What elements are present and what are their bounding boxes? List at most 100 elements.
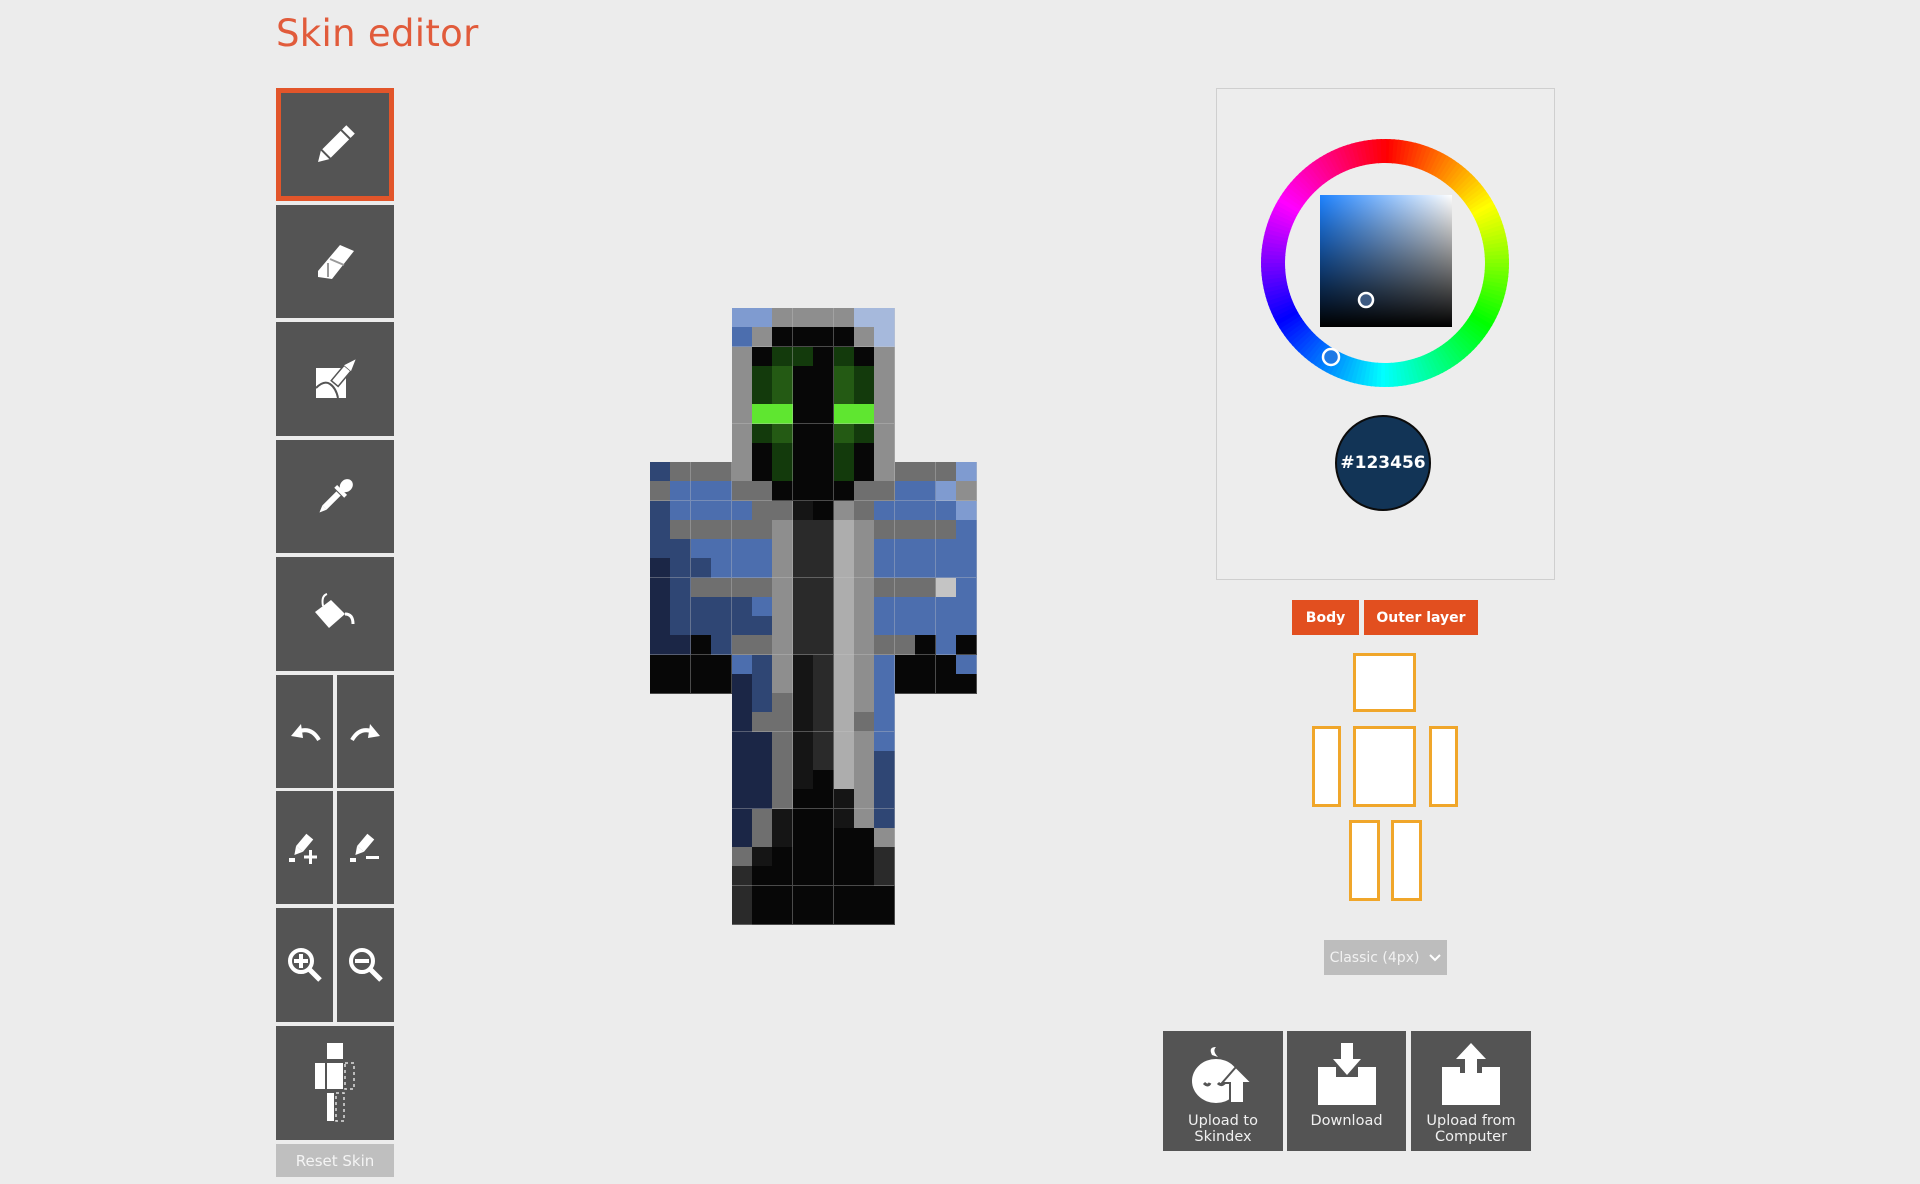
skin-pixel[interactable] <box>915 539 937 559</box>
skin-pixel[interactable] <box>752 462 773 482</box>
skin-pixel[interactable] <box>772 654 794 675</box>
skin-pixel[interactable] <box>752 808 773 829</box>
skin-pixel[interactable] <box>874 327 896 348</box>
skin-pixel[interactable] <box>772 481 794 502</box>
zoom-in-button[interactable] <box>276 908 333 1022</box>
skin-pixel[interactable] <box>731 558 753 579</box>
skin-pixel[interactable] <box>711 654 733 675</box>
skin-pixel[interactable] <box>874 423 896 444</box>
skin-pixel[interactable] <box>894 654 916 675</box>
skin-pixel[interactable] <box>813 654 835 675</box>
skin-pixel[interactable] <box>711 558 733 579</box>
skin-pixel[interactable] <box>894 577 916 598</box>
skin-pixel[interactable] <box>833 673 855 694</box>
skin-pixel[interactable] <box>650 558 671 579</box>
skin-pixel[interactable] <box>752 693 773 713</box>
skin-pixel[interactable] <box>854 365 875 386</box>
skin-pixel[interactable] <box>650 481 671 502</box>
skin-pixel[interactable] <box>731 847 753 867</box>
skin-pixel[interactable] <box>854 654 875 675</box>
skin-pixel[interactable] <box>772 750 794 771</box>
outer-layer-button[interactable]: Outer layer <box>1364 600 1478 635</box>
skin-pixel[interactable] <box>854 385 875 405</box>
skin-pixel[interactable] <box>833 346 855 367</box>
skin-pixel[interactable] <box>935 519 957 540</box>
skin-pixel[interactable] <box>813 616 835 636</box>
skin-pixel[interactable] <box>915 462 937 482</box>
skin-pixel[interactable] <box>792 481 814 502</box>
skin-pixel[interactable] <box>752 673 773 694</box>
skin-pixel[interactable] <box>670 635 692 656</box>
skin-pixel[interactable] <box>915 558 937 579</box>
skin-pixel[interactable] <box>833 404 855 425</box>
skin-pixel[interactable] <box>915 519 937 540</box>
skin-pixel[interactable] <box>792 346 814 367</box>
skin-pixel[interactable] <box>731 539 753 559</box>
skin-pixel[interactable] <box>854 481 875 502</box>
skin-pixel[interactable] <box>772 847 794 867</box>
toggle-body-parts-button[interactable] <box>276 1026 394 1140</box>
skin-pixel[interactable] <box>731 770 753 790</box>
skin-pixel[interactable] <box>772 712 794 733</box>
skin-pixel[interactable] <box>874 519 896 540</box>
skin-pixel[interactable] <box>854 539 875 559</box>
model-select[interactable]: Classic (4px) <box>1324 940 1447 975</box>
skin-pixel[interactable] <box>752 789 773 810</box>
pencil-tool-button[interactable] <box>276 88 394 201</box>
skin-pixel[interactable] <box>854 731 875 752</box>
skin-pixel[interactable] <box>711 519 733 540</box>
skin-pixel[interactable] <box>772 635 794 656</box>
skin-pixel[interactable] <box>854 693 875 713</box>
skin-pixel[interactable] <box>731 616 753 636</box>
skin-pixel[interactable] <box>915 596 937 617</box>
skin-pixel[interactable] <box>731 365 753 386</box>
skin-pixel[interactable] <box>792 596 814 617</box>
skin-pixel[interactable] <box>772 693 794 713</box>
skin-pixel[interactable] <box>833 442 855 463</box>
skin-pixel[interactable] <box>752 442 773 463</box>
skin-pixel[interactable] <box>874 866 896 887</box>
undo-button[interactable] <box>276 675 333 788</box>
skin-pixel[interactable] <box>792 750 814 771</box>
skin-pixel[interactable] <box>854 770 875 790</box>
skin-pixel[interactable] <box>935 500 957 521</box>
skin-pixel[interactable] <box>854 577 875 598</box>
sv-handle[interactable] <box>1357 291 1375 309</box>
skin-pixel[interactable] <box>792 558 814 579</box>
eyedropper-tool-button[interactable] <box>276 440 394 553</box>
skin-pixel[interactable] <box>874 693 896 713</box>
skin-pixel[interactable] <box>854 904 875 925</box>
skin-pixel[interactable] <box>752 827 773 848</box>
brush-fill-tool-button[interactable] <box>276 322 394 436</box>
skin-pixel[interactable] <box>874 750 896 771</box>
skin-pixel[interactable] <box>731 577 753 598</box>
skin-pixel[interactable] <box>772 827 794 848</box>
skin-pixel[interactable] <box>813 308 835 328</box>
skin-pixel[interactable] <box>874 346 896 367</box>
skin-pixel[interactable] <box>731 808 753 829</box>
skin-pixel[interactable] <box>813 365 835 386</box>
paint-bucket-tool-button[interactable] <box>276 557 394 671</box>
skin-pixel[interactable] <box>833 327 855 348</box>
skin-pixel[interactable] <box>690 654 712 675</box>
skin-pixel[interactable] <box>690 596 712 617</box>
skin-pixel[interactable] <box>731 635 753 656</box>
skin-pixel[interactable] <box>752 596 773 617</box>
skin-pixel[interactable] <box>833 558 855 579</box>
skin-pixel[interactable] <box>874 462 896 482</box>
skin-pixel[interactable] <box>813 673 835 694</box>
skin-pixel[interactable] <box>915 654 937 675</box>
skin-pixel[interactable] <box>894 500 916 521</box>
skin-pixel[interactable] <box>813 808 835 829</box>
skin-pixel[interactable] <box>935 654 957 675</box>
skin-pixel[interactable] <box>690 635 712 656</box>
skin-pixel[interactable] <box>874 712 896 733</box>
skin-pixel[interactable] <box>670 673 692 694</box>
skin-pixel[interactable] <box>690 481 712 502</box>
skin-pixel[interactable] <box>813 327 835 348</box>
skin-pixel[interactable] <box>956 539 977 559</box>
skin-pixel[interactable] <box>772 673 794 694</box>
skin-pixel[interactable] <box>752 616 773 636</box>
skin-pixel[interactable] <box>874 500 896 521</box>
skin-pixel[interactable] <box>956 519 977 540</box>
